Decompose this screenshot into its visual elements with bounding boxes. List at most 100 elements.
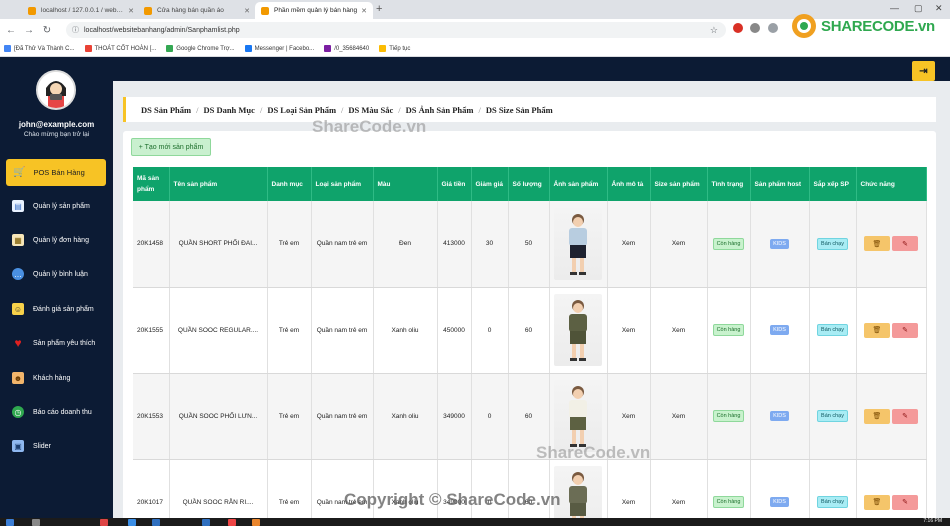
watermark-top: ShareCode.vn <box>312 117 427 136</box>
info-icon[interactable]: ⓘ <box>72 25 79 35</box>
bookmark-star-icon[interactable]: ☆ <box>710 25 718 36</box>
sidebar-item-label: Khách hàng <box>33 374 71 382</box>
product-image[interactable] <box>554 294 602 366</box>
url-input[interactable]: ⓘ localhost/websitebanhang/admin/Sanpham… <box>66 22 726 38</box>
trash-icon: 🗑 <box>872 413 882 420</box>
product-image[interactable] <box>554 466 602 526</box>
cell-name: QUẦN SOOC RẰN RI.... <box>169 459 268 526</box>
extension-icon[interactable] <box>733 23 743 33</box>
column-header: Tên sản phẩm <box>169 167 268 201</box>
trash-icon: 🗑 <box>872 499 882 506</box>
breadcrumb-sizes[interactable]: DS Size Sản Phẩm <box>486 105 553 115</box>
start-icon[interactable] <box>6 519 14 526</box>
table-row: 20K1553 QUẦN SOOC PHỐI LƯN... Trẻ em Quần n… <box>133 373 927 460</box>
breadcrumb-product-types[interactable]: DS Loại Sản Phẩm <box>267 105 336 115</box>
forward-icon[interactable]: → <box>22 25 36 36</box>
extension-icon[interactable] <box>750 23 760 33</box>
bookmark-item[interactable]: /0_35684640 <box>324 45 369 52</box>
sidebar-item-favorites[interactable]: ♥ Sản phẩm yêu thích <box>12 335 112 351</box>
logout-icon: ⇥ <box>919 65 928 77</box>
sidebar-item-orders[interactable]: ▦ Quản lý đơn hàng <box>12 232 112 248</box>
table-row: 20K1555 QUẦN SOOC REGULAR.... Trẻ em Quần n… <box>133 287 927 374</box>
sidebar-item-ratings[interactable]: ☺ Đánh giá sản phẩm <box>12 301 112 317</box>
bookmark-label: Messenger | Facebo... <box>254 45 315 52</box>
cell-code: 20K1553 <box>133 373 170 460</box>
sidebar-item-comments[interactable]: … Quản lý bình luận <box>12 266 112 282</box>
browser-tab-3[interactable]: Phần mềm quản lý bán hàng ✕ <box>255 2 373 19</box>
breadcrumb-colors[interactable]: DS Màu Sắc <box>348 105 393 115</box>
sidebar-item-label: Sản phẩm yêu thích <box>33 339 96 347</box>
sidebar-item-label: Quản lý bình luận <box>33 270 88 278</box>
logo-text: SHARECODE.vn <box>821 17 935 35</box>
bookmark-item[interactable]: THOÁT CỐT HOÀN [... <box>84 45 156 52</box>
new-tab-icon[interactable]: + <box>376 3 382 15</box>
taskbar-app-icon[interactable] <box>128 519 136 526</box>
cell-desc_img: Xem <box>607 201 651 288</box>
cell-sort: Bán chạy <box>809 287 857 374</box>
product-image[interactable] <box>554 207 602 280</box>
edit-icon: ✎ <box>902 240 908 248</box>
column-header: Giá tiền <box>437 167 472 201</box>
edit-button[interactable]: ✎ <box>892 494 918 510</box>
sort-badge: Bán chạy <box>817 496 848 508</box>
sidebar-item-customers[interactable]: ☻ Khách hàng <box>12 370 112 386</box>
product-photo-icon <box>569 386 587 447</box>
close-icon[interactable]: ✕ <box>361 7 367 15</box>
close-icon[interactable]: ✕ <box>128 7 134 15</box>
bookmark-item[interactable]: Messenger | Facebo... <box>244 45 315 52</box>
breadcrumb-categories[interactable]: DS Danh Mục <box>203 105 254 115</box>
breadcrumb-separator: / <box>478 104 481 115</box>
taskbar-app-icon[interactable] <box>100 519 108 526</box>
close-icon[interactable]: ✕ <box>244 7 250 15</box>
taskbar-app-icon[interactable] <box>252 519 260 526</box>
edit-button[interactable]: ✎ <box>892 322 918 338</box>
bookmark-label: Tiếp tục <box>389 45 411 52</box>
delete-button[interactable]: 🗑 <box>864 494 890 510</box>
host-badge: KIDS <box>770 238 789 249</box>
taskbar-app-icon[interactable] <box>202 519 210 526</box>
taskbar-app-icon[interactable] <box>228 519 236 526</box>
status-badge: Còn hàng <box>712 410 745 422</box>
delete-button[interactable]: 🗑 <box>864 236 890 252</box>
logout-button[interactable]: ⇥ <box>912 61 935 81</box>
sidebar-item-slider[interactable]: ▣ Slider <box>12 438 112 454</box>
cell-category: Trẻ em <box>267 373 312 460</box>
bookmark-item[interactable]: [Đã Thử Và Thành C... <box>4 45 75 52</box>
edit-icon: ✎ <box>902 413 908 420</box>
product-image[interactable] <box>554 380 602 452</box>
order-icon: ▦ <box>12 234 24 246</box>
sidebar-item-products[interactable]: ▤ Quản lý sản phẩm <box>12 198 112 214</box>
rating-icon: ☺ <box>12 303 24 315</box>
add-product-button[interactable]: + Tạo mới sản phẩm <box>131 138 211 156</box>
browser-tab-2[interactable]: Cửa hàng bán quần áo ✕ <box>138 2 256 19</box>
pos-button[interactable]: 🛒 POS Bán Hàng <box>6 159 106 186</box>
cell-type: Quần nam trẻ em <box>311 287 374 374</box>
cell-qty: 50 <box>508 201 550 288</box>
delete-button[interactable]: 🗑 <box>864 408 890 424</box>
back-icon[interactable]: ← <box>4 25 18 36</box>
column-header: Màu <box>373 167 438 201</box>
breadcrumb: DS Sản Phẩm / DS Danh Mục / DS Loại Sản Ph… <box>123 97 936 122</box>
bookmark-item[interactable]: Google Chrome Trợ... <box>166 45 235 52</box>
breadcrumb-products[interactable]: DS Sản Phẩm <box>141 105 191 115</box>
edit-button[interactable]: ✎ <box>892 236 918 252</box>
product-table: Mã sản phẩm Tên sản phẩm Danh mục Loại s… <box>133 167 927 526</box>
cell-sort: Bán chạy <box>809 201 857 288</box>
breadcrumb-images[interactable]: DS Ảnh Sản Phẩm <box>406 105 474 115</box>
edit-button[interactable]: ✎ <box>892 408 918 424</box>
cell-desc_img: Xem <box>607 459 651 526</box>
reload-icon[interactable]: ↻ <box>40 25 54 36</box>
bookmark-label: /0_35684640 <box>334 45 370 52</box>
user-welcome: Chào mừng bạn trở lại <box>23 131 90 138</box>
breadcrumb-separator: / <box>341 104 344 115</box>
browser-tab-1[interactable]: localhost / 127.0.0.1 / web_ban ✕ <box>22 2 140 19</box>
extension-icon[interactable] <box>768 23 778 33</box>
search-icon[interactable] <box>32 519 40 526</box>
status-badge: Còn hàng <box>712 496 745 508</box>
bookmark-item[interactable]: Tiếp tục <box>379 45 410 52</box>
delete-button[interactable]: 🗑 <box>864 322 890 338</box>
system-clock: 7:16 PM <box>923 518 942 524</box>
column-header: Số lượng <box>508 167 550 201</box>
sidebar-item-reports[interactable]: ◷ Báo cáo doanh thu <box>12 404 112 420</box>
taskbar-app-icon[interactable] <box>152 519 160 526</box>
